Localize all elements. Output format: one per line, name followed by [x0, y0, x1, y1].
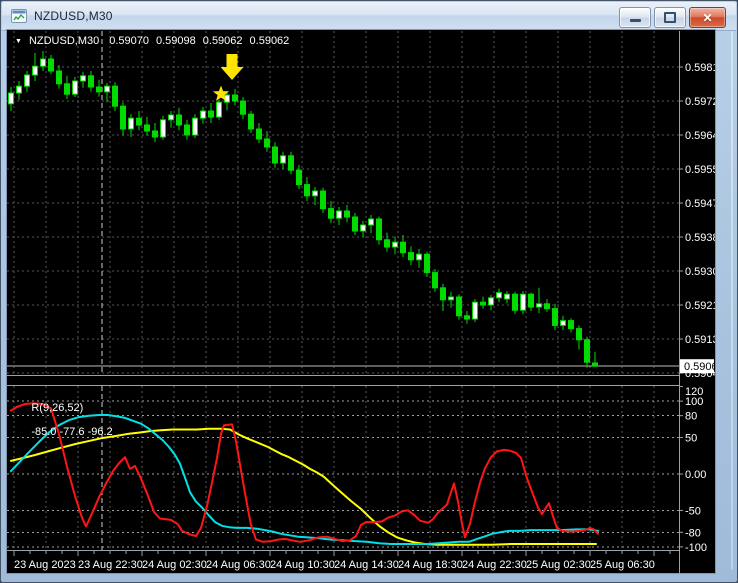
- window-title: NZDUSD,M30: [34, 9, 113, 23]
- oscillator-axis-label: 0.00: [685, 469, 706, 481]
- price-axis: 0.59810 0.59725 0.59640 0.59555 0.59470 0.593…: [679, 62, 715, 380]
- time-axis-label: 24 Aug 06:30: [206, 559, 271, 571]
- time-axis-label: 24 Aug 02:30: [142, 559, 207, 571]
- candlesticks: [8, 51, 598, 368]
- oscillator-name: R(9,26,52): [31, 402, 84, 414]
- sell-arrow-icon: [220, 54, 244, 80]
- oscillator-axis-label: -80: [685, 527, 701, 539]
- oscillator-values: -85.0 -77.6 -96.2: [31, 426, 113, 438]
- current-price-badge: 0.59062: [680, 359, 715, 374]
- close-button[interactable]: ✕: [689, 7, 726, 28]
- close-icon: ✕: [702, 10, 713, 25]
- header-close: 0.59062: [249, 35, 290, 47]
- minimize-button[interactable]: [619, 7, 651, 28]
- time-axis-label: 24 Aug 18:30: [398, 559, 463, 571]
- chart-content: 0.59810 0.59725 0.59640 0.59555 0.59470 0.593…: [6, 29, 716, 574]
- window-border-highlight: [731, 31, 733, 570]
- time-axis-label: 25 Aug 02:30: [526, 559, 591, 571]
- restore-icon: [664, 12, 676, 23]
- oscillator-axis-label: -50: [685, 505, 701, 517]
- chart-window-icon: [11, 9, 27, 23]
- time-axis-label: 23 Aug 2023: [14, 559, 76, 571]
- header-high: 0.59098: [156, 35, 196, 47]
- time-axis-label: 24 Aug 10:30: [270, 559, 335, 571]
- restore-button[interactable]: [654, 7, 686, 28]
- current-price-label: 0.59062: [684, 361, 715, 373]
- price-axis-label: 0.59810: [685, 62, 715, 74]
- price-axis-label: 0.59725: [685, 96, 715, 108]
- window-controls: ✕: [619, 7, 726, 28]
- oscillator-axis-label: -100: [685, 542, 707, 554]
- chart-annotations: [212, 54, 244, 101]
- time-axis-label: 23 Aug 22:30: [78, 559, 143, 571]
- chart-ohlc-header: ▼ NZDUSD,M30 0.59070 0.59098 0.59062 0.5…: [15, 35, 296, 47]
- price-axis-label: 0.59555: [685, 164, 715, 176]
- header-open: 0.59070: [109, 35, 149, 47]
- time-axis-label: 24 Aug 22:30: [462, 559, 527, 571]
- chevron-down-icon: ▼: [15, 37, 22, 45]
- oscillator-axis: 12010080500.00-50-80-100: [679, 386, 707, 554]
- chart-window: NZDUSD,M30 ✕ 0.59810 0.59725 0.59640 0.5955…: [0, 0, 738, 583]
- price-axis-label: 0.59385: [685, 232, 715, 244]
- grid-lines: [7, 31, 679, 550]
- oscillator-label: R(9,26,52) -85.0 -77.6 -96.2: [13, 390, 113, 450]
- time-axis: 23 Aug 2023 23 Aug 22:30 24 Aug 02:30 24 Au…: [13, 551, 671, 571]
- time-axis-label: 24 Aug 14:30: [334, 559, 399, 571]
- header-symbol: NZDUSD,M30: [28, 35, 100, 47]
- price-axis-label: 0.59470: [685, 198, 715, 210]
- oscillator-axis-label: 50: [685, 433, 697, 445]
- price-axis-label: 0.59215: [685, 300, 715, 312]
- chart-canvas[interactable]: 0.59810 0.59725 0.59640 0.59555 0.59470 0.593…: [7, 30, 715, 573]
- price-axis-label: 0.59300: [685, 266, 715, 278]
- oscillator-axis-label: 80: [685, 411, 697, 423]
- minimize-icon: [629, 19, 641, 22]
- price-axis-label: 0.59640: [685, 130, 715, 142]
- oscillator-axis-label: 100: [685, 396, 703, 408]
- panel-borders: [7, 31, 680, 573]
- header-low: 0.59062: [202, 35, 243, 47]
- time-axis-label: 25 Aug 06:30: [590, 559, 655, 571]
- price-axis-label: 0.59130: [685, 334, 715, 346]
